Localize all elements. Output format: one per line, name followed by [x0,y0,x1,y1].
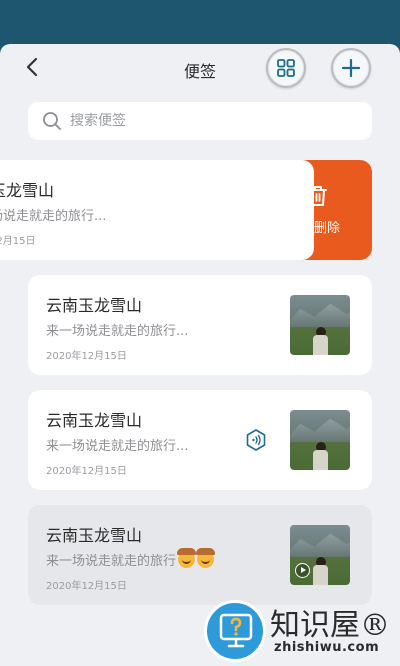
note-preview: 来一场说走就走的旅行 [46,548,216,569]
note-preview: 来一场说走就走的旅行... [46,324,189,339]
note-date: 2020年12月15日 [46,581,127,592]
grid-icon [277,59,295,77]
note-title: 云南玉龙雪山 [46,526,143,545]
play-icon[interactable] [295,563,310,578]
watermark-logo-icon [204,600,266,662]
note-title: 云南玉龙雪山 [46,296,143,315]
emoji-cowboy-icon [177,548,197,568]
note-date: 2020年12月15日 [46,351,127,362]
note-thumbnail [290,295,350,355]
emoji-cowboy-icon [196,548,216,568]
watermark: 知识屋® zhishiwu.com [200,596,400,666]
note-card-swiped[interactable]: 玉龙雪山 场说走就走的旅行... 12月15日 [0,160,314,260]
note-card[interactable]: 云南玉龙雪山 来一场说走就走的旅行... 2020年12月15日 [28,275,372,375]
header: 便签 [0,44,400,92]
note-card[interactable]: 云南玉龙雪山 来一场说走就走的旅行... 2020年12月15日 [28,390,372,490]
search-input[interactable] [70,102,360,140]
note-card[interactable]: 云南玉龙雪山 来一场说走就走的旅行 2020年12月15日 [28,505,372,605]
plus-icon [341,58,361,78]
swiped-note-row[interactable]: 删除 玉龙雪山 场说走就走的旅行... 12月15日 [0,160,372,260]
watermark-url: zhishiwu.com [274,640,380,655]
notes-screen: 便签 搜索便签 删除 龙雪山 场说走就走的旅行... 月15日 云南玉龙雪山 来… [0,44,400,666]
watermark-text: 知识屋® [270,608,390,643]
audio-icon[interactable] [244,428,268,452]
search-icon [43,112,61,130]
note-preview: 来一场说走就走的旅行... [46,439,189,454]
note-title: 玉龙雪山 [0,181,55,200]
note-preview-text: 来一场说走就走的旅行 [46,554,177,569]
note-thumbnail [290,525,350,585]
note-date: 2020年12月15日 [46,466,127,477]
note-preview: 场说走就走的旅行... [0,209,107,224]
add-note-button[interactable] [331,48,371,88]
note-title: 云南玉龙雪山 [46,411,143,430]
grid-view-button[interactable] [266,48,306,88]
search-bar[interactable] [28,102,372,140]
note-date: 12月15日 [0,236,36,247]
note-thumbnail [290,410,350,470]
